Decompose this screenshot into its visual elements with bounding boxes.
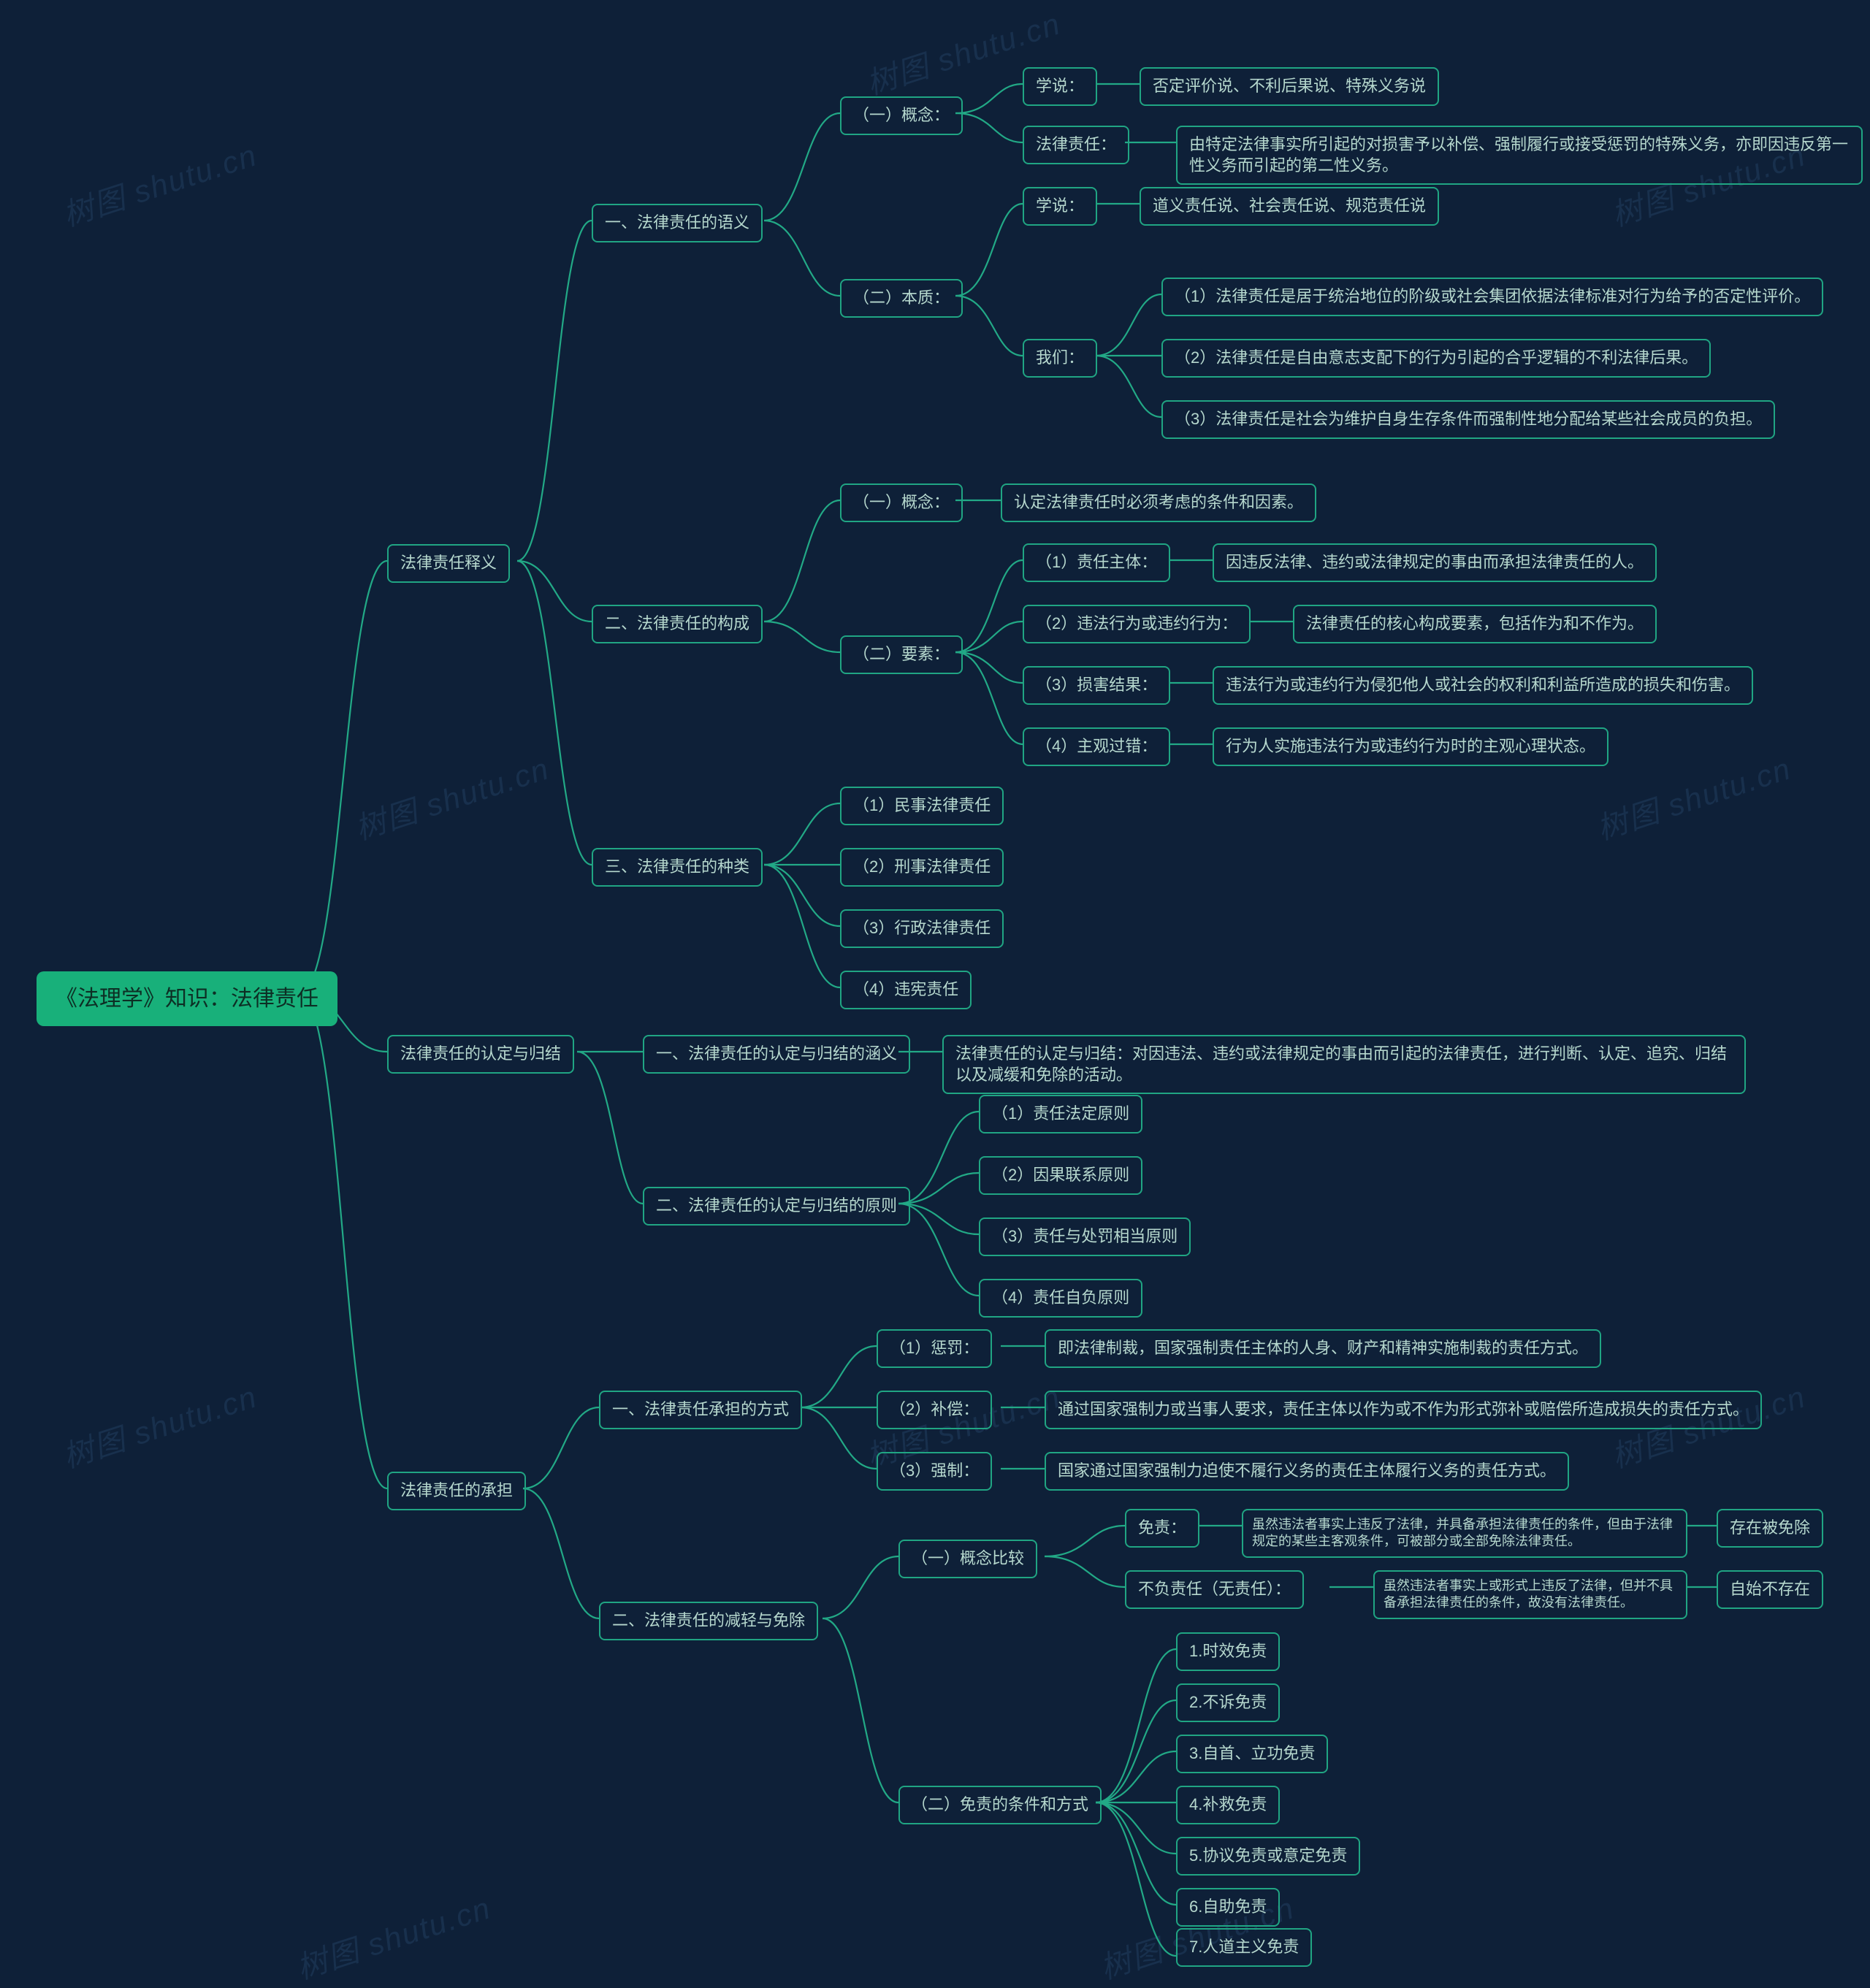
s2-1-value: 法律责任的认定与归结：对因违法、违约或法律规定的事由而引起的法律责任，进行判断、… [942,1035,1746,1094]
s2-1[interactable]: 一、法律责任的认定与归结的涵义 [643,1035,910,1074]
s1-1-1a-value: 否定评价说、不利后果说、特殊义务说 [1140,67,1439,106]
s1-1-1[interactable]: （一）概念： [840,96,963,135]
s3-2-1a[interactable]: 免责： [1125,1509,1199,1548]
s3-2-2-4[interactable]: 4.补救免责 [1176,1786,1280,1824]
root-node[interactable]: 《法理学》知识：法律责任 [37,971,337,1026]
s1-3-3[interactable]: （3）行政法律责任 [840,909,1004,948]
s1-1-1b-value: 由特定法律事实所引起的对损害予以补偿、强制履行或接受惩罚的特殊义务，亦即因违反第… [1176,126,1863,185]
s1-2-1[interactable]: （一）概念： [840,483,963,522]
s3-1-2[interactable]: （2）补偿： [877,1391,992,1429]
s3-2-1a-value: 虽然违法者事实上违反了法律，并具备承担法律责任的条件，但由于法律规定的某些主客观… [1242,1509,1687,1558]
s1-2-2[interactable]: （二）要素： [840,635,963,674]
s1-2-1-value: 认定法律责任时必须考虑的条件和因素。 [1001,483,1316,522]
s3-2-1a-tail: 存在被免除 [1717,1509,1823,1548]
s1-1-2[interactable]: （二）本质： [840,279,963,318]
s1-2-2-3[interactable]: （3）损害结果： [1023,666,1170,705]
watermark: 树图 shutu.cn [56,1372,262,1477]
s1-2-2-3-value: 违法行为或违约行为侵犯他人或社会的权利和利益所造成的损失和伤害。 [1213,666,1753,705]
s3-2-1b[interactable]: 不负责任（无责任）： [1125,1570,1304,1609]
s3-2-2-1[interactable]: 1.时效免责 [1176,1632,1280,1671]
s1-1-2b-2: （2）法律责任是自由意志支配下的行为引起的合乎逻辑的不利法律后果。 [1161,339,1711,378]
watermark: 树图 shutu.cn [348,744,554,849]
watermark: 树图 shutu.cn [290,1884,496,1988]
s1-1-2b[interactable]: 我们： [1023,339,1097,378]
s3-2-1b-value: 虽然违法者事实上或形式上违反了法律，但并不具备承担法律责任的条件，故没有法律责任… [1373,1570,1687,1619]
s3-2-2-3[interactable]: 3.自首、立功免责 [1176,1735,1328,1773]
s1-1-2b-3: （3）法律责任是社会为维护自身生存条件而强制性地分配给某些社会成员的负担。 [1161,400,1775,439]
section-3[interactable]: 法律责任的承担 [387,1472,526,1510]
s1-2-2-4-value: 行为人实施违法行为或违约行为时的主观心理状态。 [1213,727,1608,766]
s2-2-2[interactable]: （2）因果联系原则 [979,1156,1142,1195]
s1-1[interactable]: 一、法律责任的语义 [592,204,763,242]
section-1[interactable]: 法律责任释义 [387,544,510,583]
s3-1-1[interactable]: （1）惩罚： [877,1329,992,1368]
watermark: 树图 shutu.cn [1590,744,1796,849]
s3-2-1[interactable]: （一）概念比较 [898,1540,1037,1578]
s1-2-2-2-value: 法律责任的核心构成要素，包括作为和不作为。 [1293,605,1657,643]
s1-3-1[interactable]: （1）民事法律责任 [840,787,1004,825]
s1-1-2b-1: （1）法律责任是居于统治地位的阶级或社会集团依据法律标准对行为给予的否定性评价。 [1161,278,1823,316]
s3-1-3-value: 国家通过国家强制力迫使不履行义务的责任主体履行义务的责任方式。 [1045,1452,1569,1491]
s1-3-4[interactable]: （4）违宪责任 [840,971,972,1009]
s1-2-2-2[interactable]: （2）违法行为或违约行为： [1023,605,1251,643]
s1-3-2[interactable]: （2）刑事法律责任 [840,848,1004,887]
s1-1-2a-value: 道义责任说、社会责任说、规范责任说 [1140,187,1439,226]
s3-2-2-5[interactable]: 5.协议免责或意定免责 [1176,1837,1360,1876]
s1-1-1a[interactable]: 学说： [1023,67,1097,106]
s2-2-4[interactable]: （4）责任自负原则 [979,1279,1142,1318]
s1-1-1b[interactable]: 法律责任： [1023,126,1129,164]
s3-2-2-2[interactable]: 2.不诉免责 [1176,1683,1280,1722]
s3-1[interactable]: 一、法律责任承担的方式 [599,1391,802,1429]
s3-2[interactable]: 二、法律责任的减轻与免除 [599,1602,818,1640]
s3-1-2-value: 通过国家强制力或当事人要求，责任主体以作为或不作为形式弥补或赔偿所造成损失的责任… [1045,1391,1762,1429]
watermark: 树图 shutu.cn [56,131,262,235]
s3-2-2-6[interactable]: 6.自助免责 [1176,1888,1280,1927]
s1-2[interactable]: 二、法律责任的构成 [592,605,763,643]
section-2[interactable]: 法律责任的认定与归结 [387,1035,574,1074]
s1-2-2-1-value: 因违反法律、违约或法律规定的事由而承担法律责任的人。 [1213,543,1657,582]
s2-2[interactable]: 二、法律责任的认定与归结的原则 [643,1187,910,1226]
s2-2-1[interactable]: （1）责任法定原则 [979,1095,1142,1133]
s3-2-2[interactable]: （二）免责的条件和方式 [898,1786,1102,1824]
s1-3[interactable]: 三、法律责任的种类 [592,848,763,887]
s3-2-2-7[interactable]: 7.人道主义免责 [1176,1928,1312,1967]
s3-1-3[interactable]: （3）强制： [877,1452,992,1491]
s1-2-2-1[interactable]: （1）责任主体： [1023,543,1170,582]
s2-2-3[interactable]: （3）责任与处罚相当原则 [979,1217,1191,1256]
s1-2-2-4[interactable]: （4）主观过错： [1023,727,1170,766]
s3-2-1b-tail: 自始不存在 [1717,1570,1823,1609]
s1-1-2a[interactable]: 学说： [1023,187,1097,226]
s3-1-1-value: 即法律制裁，国家强制责任主体的人身、财产和精神实施制裁的责任方式。 [1045,1329,1601,1368]
